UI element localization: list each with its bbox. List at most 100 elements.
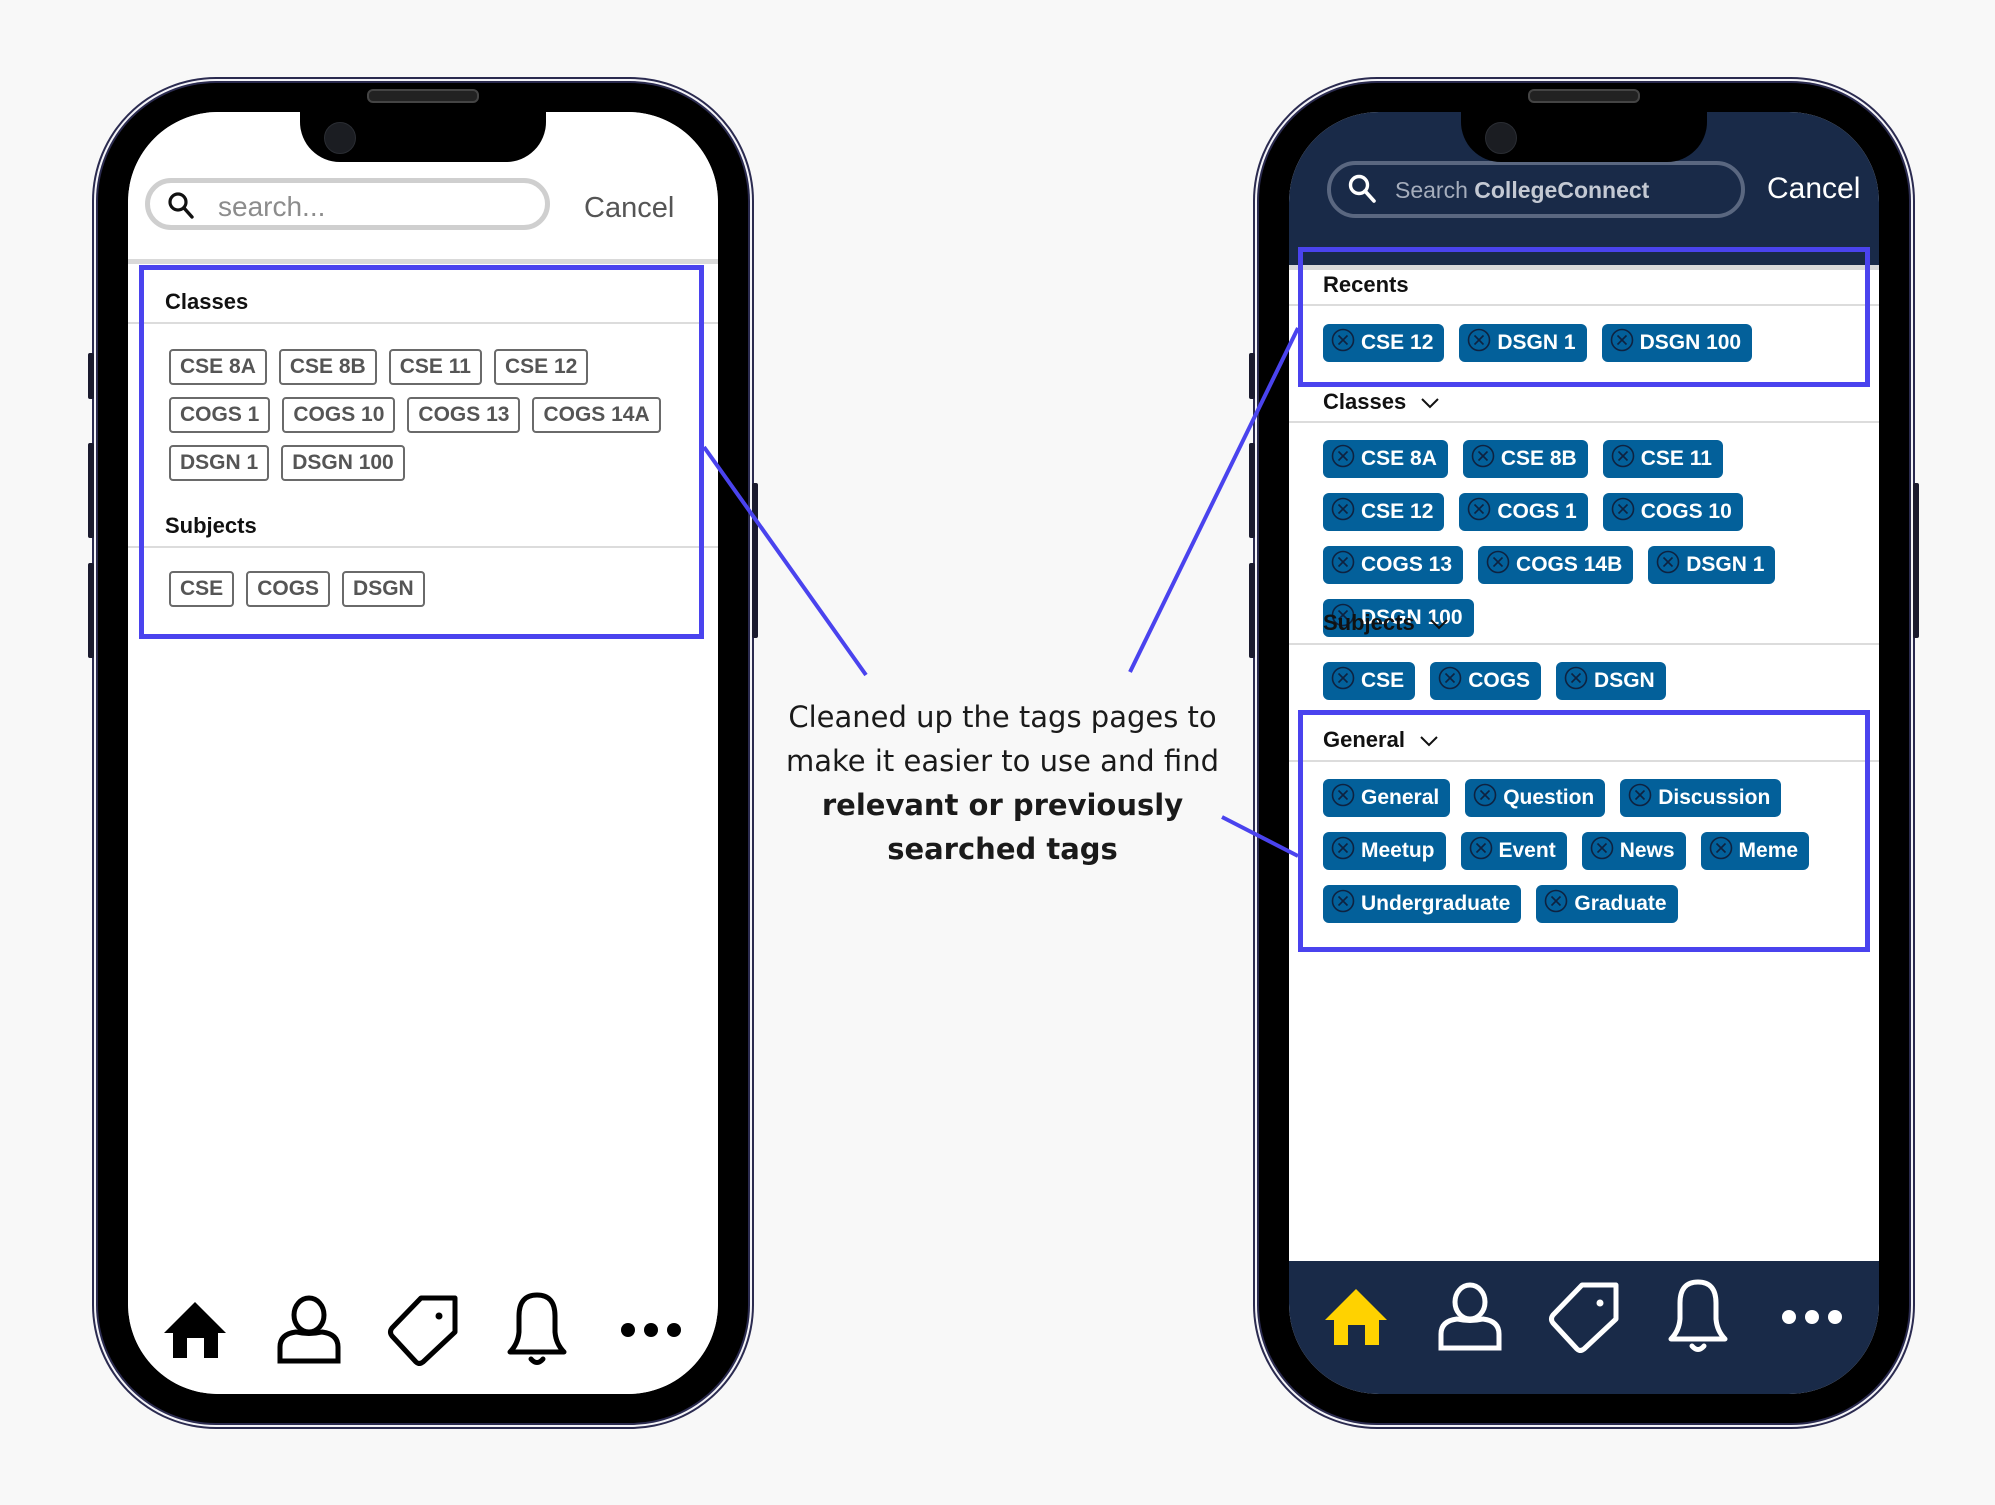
remove-circle-x-icon[interactable] xyxy=(1709,836,1733,866)
remove-circle-x-icon[interactable] xyxy=(1610,328,1634,358)
tag-cogs[interactable]: COGS xyxy=(246,571,331,607)
tag-news[interactable]: News xyxy=(1581,832,1686,870)
section-title-general[interactable]: General xyxy=(1323,727,1439,753)
tag-cogs-14a[interactable]: COGS 14A xyxy=(532,397,661,433)
tag-cse-12[interactable]: CSE 12 xyxy=(1323,324,1445,362)
chevron-down-icon xyxy=(1420,389,1440,415)
remove-circle-x-icon[interactable] xyxy=(1331,666,1355,696)
remove-circle-x-icon[interactable] xyxy=(1331,328,1355,358)
remove-circle-x-icon[interactable] xyxy=(1331,836,1355,866)
remove-circle-x-icon[interactable] xyxy=(1467,497,1491,527)
tag-dsgn[interactable]: DSGN xyxy=(342,571,425,607)
tag-graduate[interactable]: Graduate xyxy=(1536,885,1678,923)
divider xyxy=(1289,421,1879,423)
search-placeholder: Search CollegeConnect xyxy=(1395,177,1649,204)
section-title-subjects: Subjects xyxy=(165,513,257,538)
nav-notifications[interactable] xyxy=(1658,1279,1738,1359)
tag-cse-8a[interactable]: CSE 8A xyxy=(1323,440,1448,478)
cancel-button[interactable]: Cancel xyxy=(1767,172,1860,206)
remove-circle-x-icon[interactable] xyxy=(1611,497,1635,527)
tag-cogs-13[interactable]: COGS 13 xyxy=(1323,546,1464,584)
tag-cogs-14b[interactable]: COGS 14B xyxy=(1478,546,1634,584)
more-icon xyxy=(620,1322,682,1343)
remove-circle-x-icon[interactable] xyxy=(1331,889,1355,919)
divider xyxy=(1289,643,1879,645)
tag-label: Meme xyxy=(1738,839,1799,862)
tag-meme[interactable]: Meme xyxy=(1700,832,1810,870)
tag-discussion[interactable]: Discussion xyxy=(1620,779,1782,817)
remove-circle-x-icon[interactable] xyxy=(1628,783,1652,813)
nav-tags[interactable] xyxy=(383,1292,463,1372)
tag-label: Question xyxy=(1503,786,1595,809)
tag-dsgn-1[interactable]: DSGN 1 xyxy=(1459,324,1587,362)
tag-dsgn-1[interactable]: DSGN 1 xyxy=(1648,546,1776,584)
divider xyxy=(1289,760,1879,762)
nav-profile[interactable] xyxy=(1430,1279,1510,1359)
search-input[interactable]: Search CollegeConnect xyxy=(1327,161,1745,218)
remove-circle-x-icon[interactable] xyxy=(1611,444,1635,474)
nav-more[interactable] xyxy=(611,1292,691,1372)
remove-circle-x-icon[interactable] xyxy=(1331,444,1355,474)
tag-general[interactable]: General xyxy=(1323,779,1451,817)
tag-event[interactable]: Event xyxy=(1460,832,1567,870)
annotation-text: Cleaned up the tags pages to make it eas… xyxy=(780,695,1225,871)
bell-icon xyxy=(1665,1279,1731,1360)
tag-dsgn[interactable]: DSGN xyxy=(1556,662,1666,700)
remove-circle-x-icon[interactable] xyxy=(1438,666,1462,696)
remove-circle-x-icon[interactable] xyxy=(1467,328,1491,358)
tag-meetup[interactable]: Meetup xyxy=(1323,832,1446,870)
tag-label: CSE 8B xyxy=(1500,447,1577,470)
remove-circle-x-icon[interactable] xyxy=(1564,666,1588,696)
tag-cse-8a[interactable]: CSE 8A xyxy=(169,349,267,385)
tag-cogs[interactable]: COGS xyxy=(1430,662,1542,700)
tag-label: Event xyxy=(1498,839,1556,862)
remove-circle-x-icon[interactable] xyxy=(1471,444,1495,474)
tag-dsgn-100[interactable]: DSGN 100 xyxy=(1601,324,1753,362)
nav-more[interactable] xyxy=(1772,1279,1852,1359)
remove-circle-x-icon[interactable] xyxy=(1331,497,1355,527)
nav-notifications[interactable] xyxy=(497,1292,577,1372)
bottom-nav xyxy=(1289,1261,1879,1394)
tag-cse-11[interactable]: CSE 11 xyxy=(388,349,482,385)
tag-cogs-10[interactable]: COGS 10 xyxy=(1602,493,1743,531)
remove-circle-x-icon[interactable] xyxy=(1473,783,1497,813)
tag-question[interactable]: Question xyxy=(1465,779,1606,817)
tag-cse[interactable]: CSE xyxy=(169,571,235,607)
tag-label: COGS xyxy=(1468,669,1531,692)
tag-cogs-1[interactable]: COGS 1 xyxy=(169,397,271,433)
remove-circle-x-icon[interactable] xyxy=(1486,550,1510,580)
remove-circle-x-icon[interactable] xyxy=(1469,836,1493,866)
search-input[interactable]: search... xyxy=(145,178,550,230)
remove-circle-x-icon[interactable] xyxy=(1331,550,1355,580)
nav-home[interactable] xyxy=(1316,1279,1396,1359)
tag-cse-8b[interactable]: CSE 8B xyxy=(278,349,377,385)
remove-circle-x-icon[interactable] xyxy=(1331,783,1355,813)
section-title-classes[interactable]: Classes xyxy=(1323,389,1440,415)
nav-profile[interactable] xyxy=(269,1292,349,1372)
tag-cogs-1[interactable]: COGS 1 xyxy=(1459,493,1588,531)
tag-cogs-13[interactable]: COGS 13 xyxy=(407,397,521,433)
home-icon xyxy=(1323,1287,1389,1352)
more-icon xyxy=(1781,1309,1843,1330)
tag-cse-12[interactable]: CSE 12 xyxy=(1323,493,1445,531)
remove-circle-x-icon[interactable] xyxy=(1544,889,1568,919)
subjects-tag-list: CSE COGS DSGN xyxy=(169,571,688,607)
tag-cogs-10[interactable]: COGS 10 xyxy=(282,397,396,433)
nav-tags[interactable] xyxy=(1544,1279,1624,1359)
profile-icon xyxy=(1437,1282,1503,1357)
nav-home[interactable] xyxy=(155,1292,235,1372)
remove-circle-x-icon[interactable] xyxy=(1656,550,1680,580)
section-title-subjects[interactable]: Subjects xyxy=(1323,610,1449,636)
tag-cse-8b[interactable]: CSE 8B xyxy=(1462,440,1588,478)
remove-circle-x-icon[interactable] xyxy=(1590,836,1614,866)
tag-cse-12[interactable]: CSE 12 xyxy=(493,349,589,385)
tag-cse-11[interactable]: CSE 11 xyxy=(1602,440,1723,478)
cancel-button[interactable]: Cancel xyxy=(584,192,674,225)
tag-dsgn-1[interactable]: DSGN 1 xyxy=(169,445,270,481)
tag-label: DSGN 100 xyxy=(1639,331,1742,354)
tag-label: CSE 8A xyxy=(1361,447,1437,470)
divider xyxy=(128,546,718,548)
tag-dsgn-100[interactable]: DSGN 100 xyxy=(281,445,405,481)
tag-undergraduate[interactable]: Undergraduate xyxy=(1323,885,1522,923)
tag-cse[interactable]: CSE xyxy=(1323,662,1416,700)
